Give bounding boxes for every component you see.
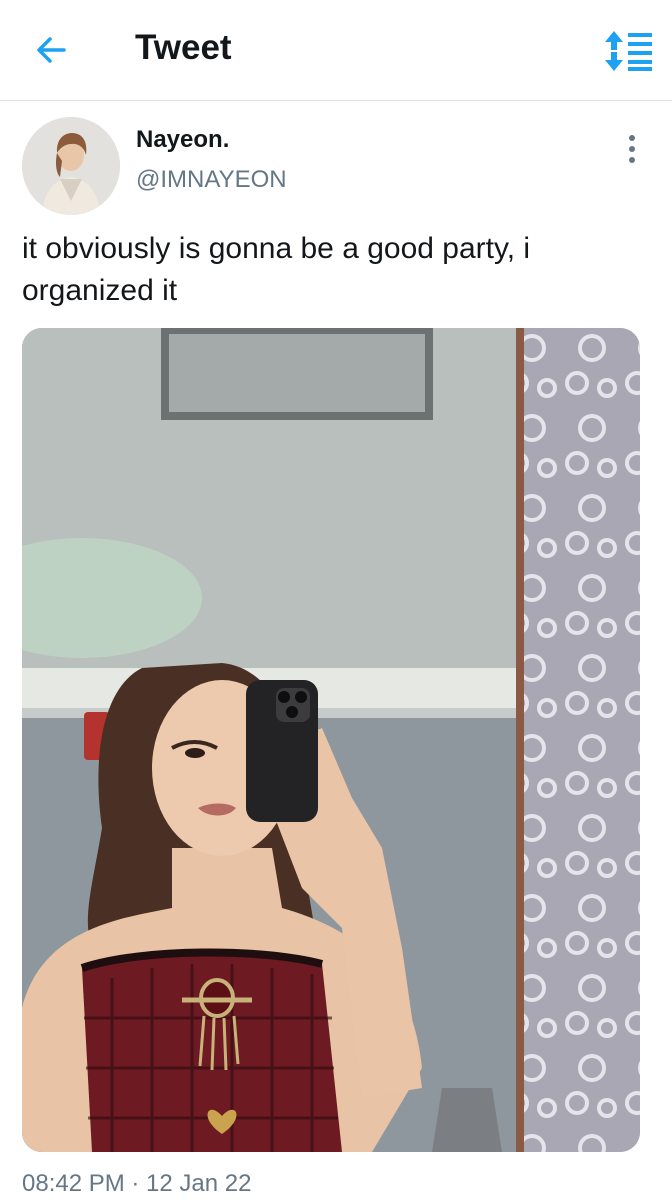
- author-handle[interactable]: @IMNAYEON: [136, 166, 287, 194]
- tweet-timestamp: 08:42 PM · 12 Jan 22: [22, 1170, 252, 1197]
- more-vertical-icon: [629, 135, 635, 163]
- page-title: Tweet: [135, 28, 232, 67]
- avatar[interactable]: [22, 117, 120, 215]
- mirror-selfie-photo: [22, 328, 640, 1152]
- back-button[interactable]: [30, 30, 74, 70]
- tweet-text: it obviously is gonna be a good party, i…: [22, 232, 531, 307]
- sort-button[interactable]: [602, 28, 654, 72]
- author-name[interactable]: Nayeon.: [136, 126, 229, 154]
- arrow-left-icon: [37, 37, 66, 63]
- more-options-button[interactable]: [620, 132, 644, 166]
- top-app-bar: Tweet: [0, 0, 672, 101]
- avatar-photo: [22, 117, 120, 215]
- tweet-media-image[interactable]: [22, 328, 640, 1152]
- sort-arrows-icon: [605, 31, 652, 71]
